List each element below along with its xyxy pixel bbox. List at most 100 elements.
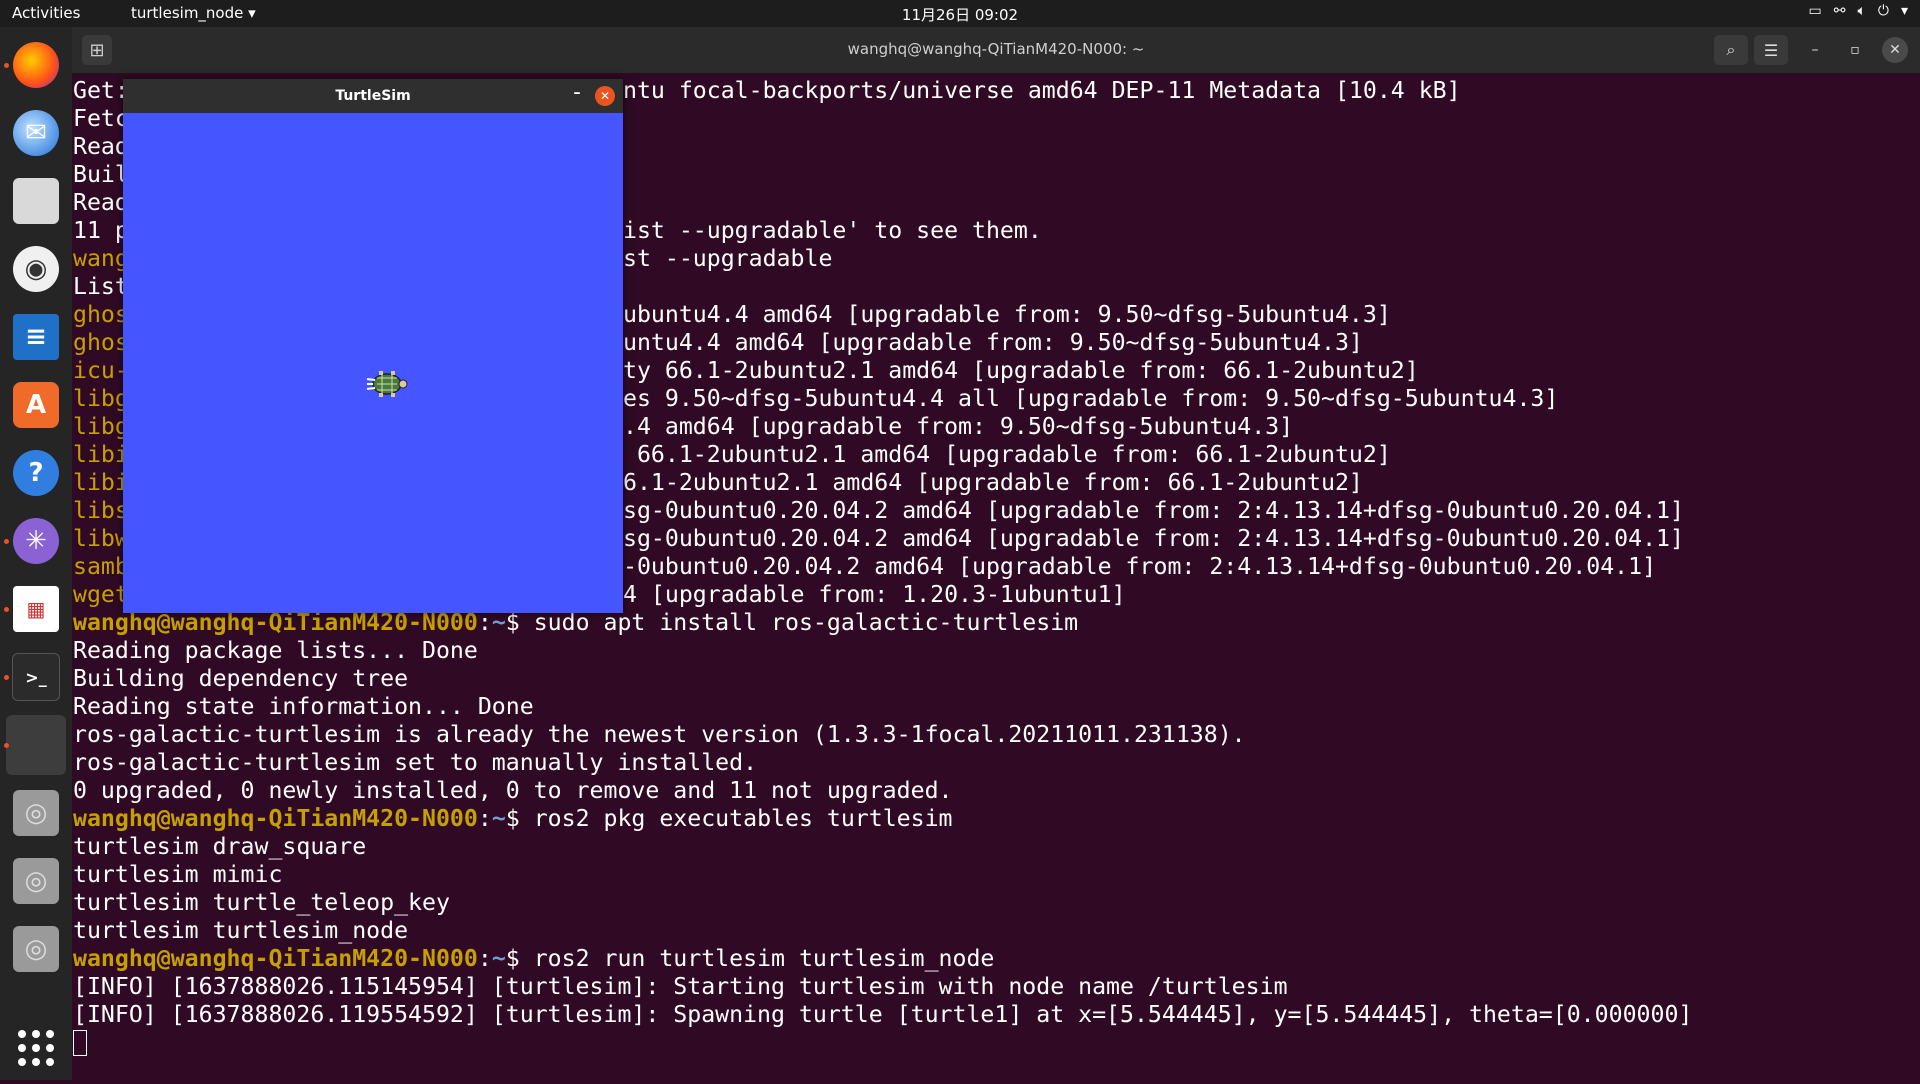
terminal-line: 0 upgraded, 0 newly installed, 0 to remo…: [73, 777, 952, 805]
terminal-line-right: ist --upgradable' to see them.: [623, 217, 1042, 244]
disk-icon: ◎: [13, 790, 59, 836]
terminal-line-left: Buil: [73, 161, 129, 188]
terminal-line: turtlesim draw_square: [73, 833, 366, 861]
terminal-line-left: samb: [73, 553, 129, 580]
terminal-line-left: libs: [73, 497, 129, 524]
prompt-user: wanghq@wanghq-QiTianM420-N000: [73, 945, 478, 972]
output-text: Reading package lists... Done: [73, 637, 478, 664]
terminal-header: ⊞ wanghq@wanghq-QiTianM420-N000: ~ ⌕ ☰ –…: [72, 27, 1920, 73]
software-icon: A: [13, 382, 59, 428]
close-icon[interactable]: ✕: [595, 86, 615, 106]
prompt-path: ~: [491, 945, 506, 972]
terminal-line-left: Fetc: [73, 105, 129, 132]
system-tray[interactable]: ▭ ⚯ 🔈︎ ⏻ ▾: [1809, 3, 1908, 19]
show-applications-icon[interactable]: [18, 1030, 54, 1066]
terminal-line: [INFO] [1637888026.119554592] [turtlesim…: [73, 1001, 1692, 1029]
terminal-line: wang st --upgradable: [73, 245, 832, 273]
terminal-line: Read: [73, 189, 129, 217]
terminal-line-right: 66.1-2ubuntu2.1 amd64 [upgradable from: …: [623, 441, 1391, 468]
terminal-line: libs sg-0ubuntu0.20.04.2 amd64 [upgradab…: [73, 497, 1684, 525]
terminal-line-left: wget: [73, 581, 129, 608]
terminal-line-left: List: [73, 273, 129, 300]
running-indicator: [4, 539, 9, 544]
disk-icon: ◎: [13, 858, 59, 904]
volume-icon[interactable]: 🔈︎: [1857, 3, 1865, 19]
terminal-line-left: libw: [73, 525, 129, 552]
output-text: [INFO] [1637888026.119554592] [turtlesim…: [73, 1001, 1693, 1028]
prompt-path: ~: [491, 805, 506, 832]
terminal-line-left: Read: [73, 189, 129, 216]
dock-thunderbird[interactable]: ✉: [6, 103, 66, 163]
dock-disk-1[interactable]: ◎: [6, 783, 66, 843]
dock-disk-3[interactable]: ◎: [6, 919, 66, 979]
prompt-user: wanghq@wanghq-QiTianM420-N000: [73, 805, 478, 832]
terminal-prompt-line: wanghq@wanghq-QiTianM420-N000:~$ sudo ap…: [73, 609, 1078, 637]
turtlesim-title: TurtleSim: [335, 88, 411, 104]
turtlesim-window[interactable]: TurtleSim – ✕: [123, 79, 623, 613]
command-text: ros2 pkg executables turtlesim: [533, 805, 953, 832]
network-app-icon: ✳: [13, 518, 59, 564]
help-icon: ?: [13, 450, 59, 496]
terminal-line: libg es 9.50~dfsg-5ubuntu4.4 all [upgrad…: [73, 385, 1558, 413]
terminal-line-right: -0ubuntu0.20.04.2 amd64 [upgradable from…: [623, 553, 1657, 580]
terminal-line: Read: [73, 133, 129, 161]
terminal-line-right: 6.1-2ubuntu2.1 amd64 [upgradable from: 6…: [623, 469, 1363, 496]
dock-turtlesim[interactable]: [6, 715, 66, 775]
turtlesim-header: TurtleSim – ✕: [123, 79, 623, 113]
terminal-line-left: icu-: [73, 357, 129, 384]
dock-disk-2[interactable]: ◎: [6, 851, 66, 911]
dock-document-viewer[interactable]: ▦: [6, 579, 66, 639]
terminal-line: ros-galactic-turtlesim set to manually i…: [73, 749, 757, 777]
files-icon: [13, 178, 59, 224]
clock[interactable]: 11月26日 09:02: [0, 4, 1920, 25]
terminal-line: Building dependency tree: [73, 665, 408, 693]
chevron-down-icon[interactable]: ▾: [1901, 3, 1908, 19]
dock-writer[interactable]: ≡: [6, 307, 66, 367]
network-icon[interactable]: ⚯: [1834, 3, 1846, 19]
dock-help[interactable]: ?: [6, 443, 66, 503]
running-indicator: [4, 675, 9, 680]
terminal-line-left: libi: [73, 441, 129, 468]
dock-software[interactable]: A: [6, 375, 66, 435]
maximize-icon[interactable]: ▫: [1842, 37, 1868, 63]
close-icon[interactable]: ✕: [1882, 37, 1908, 63]
turtlesim-canvas: [123, 113, 623, 613]
dock-network[interactable]: ✳: [6, 511, 66, 571]
dock-rhythmbox[interactable]: ◉: [6, 239, 66, 299]
power-icon[interactable]: ⏻: [1878, 3, 1889, 19]
terminal-line: turtlesim mimic: [73, 861, 282, 889]
prompt-user: wanghq@wanghq-QiTianM420-N000: [73, 609, 478, 636]
output-text: ros-galactic-turtlesim is already the ne…: [73, 721, 1246, 748]
terminal-line-left: wang: [73, 245, 129, 272]
dock-terminal[interactable]: >_: [6, 647, 66, 707]
terminal-line-right: ty 66.1-2ubuntu2.1 amd64 [upgradable fro…: [623, 357, 1419, 384]
terminal-line: libg .4 amd64 [upgradable from: 9.50~dfs…: [73, 413, 1293, 441]
terminal-line: ghos untu4.4 amd64 [upgradable from: 9.5…: [73, 329, 1363, 357]
firefox-icon: [13, 42, 59, 88]
terminal-line: libi 6.1-2ubuntu2.1 amd64 [upgradable fr…: [73, 469, 1363, 497]
terminal-line: ros-galactic-turtlesim is already the ne…: [73, 721, 1246, 749]
output-text: 0 upgraded, 0 newly installed, 0 to remo…: [73, 777, 953, 804]
terminal-line: Fetc: [73, 105, 129, 133]
search-icon[interactable]: ⌕: [1714, 35, 1748, 65]
terminal-line: Reading state information... Done: [73, 693, 534, 721]
terminal-line-left: libg: [73, 385, 129, 412]
writer-icon: ≡: [13, 314, 59, 360]
prompt-path: ~: [491, 609, 506, 636]
minimize-icon[interactable]: –: [1802, 37, 1828, 63]
dock-firefox[interactable]: [6, 35, 66, 95]
output-text: ros-galactic-turtlesim set to manually i…: [73, 749, 758, 776]
terminal-line-left: Read: [73, 133, 129, 160]
terminal-line: turtlesim turtlesim_node: [73, 917, 408, 945]
keyboard-icon[interactable]: ▭: [1809, 3, 1822, 19]
top-bar: Activities turtlesim_node ▾ 11月26日 09:02…: [0, 0, 1920, 27]
dock-files[interactable]: [6, 171, 66, 231]
minimize-icon[interactable]: –: [567, 85, 587, 105]
terminal-line: libw sg-0ubuntu0.20.04.2 amd64 [upgradab…: [73, 525, 1684, 553]
menu-icon[interactable]: ☰: [1754, 35, 1788, 65]
rhythmbox-icon: ◉: [13, 246, 59, 292]
terminal-line: samb -0ubuntu0.20.04.2 amd64 [upgradable…: [73, 553, 1656, 581]
text-cursor: [73, 1030, 87, 1056]
terminal-line-right: st --upgradable: [623, 245, 833, 272]
output-text: Building dependency tree: [73, 665, 409, 692]
